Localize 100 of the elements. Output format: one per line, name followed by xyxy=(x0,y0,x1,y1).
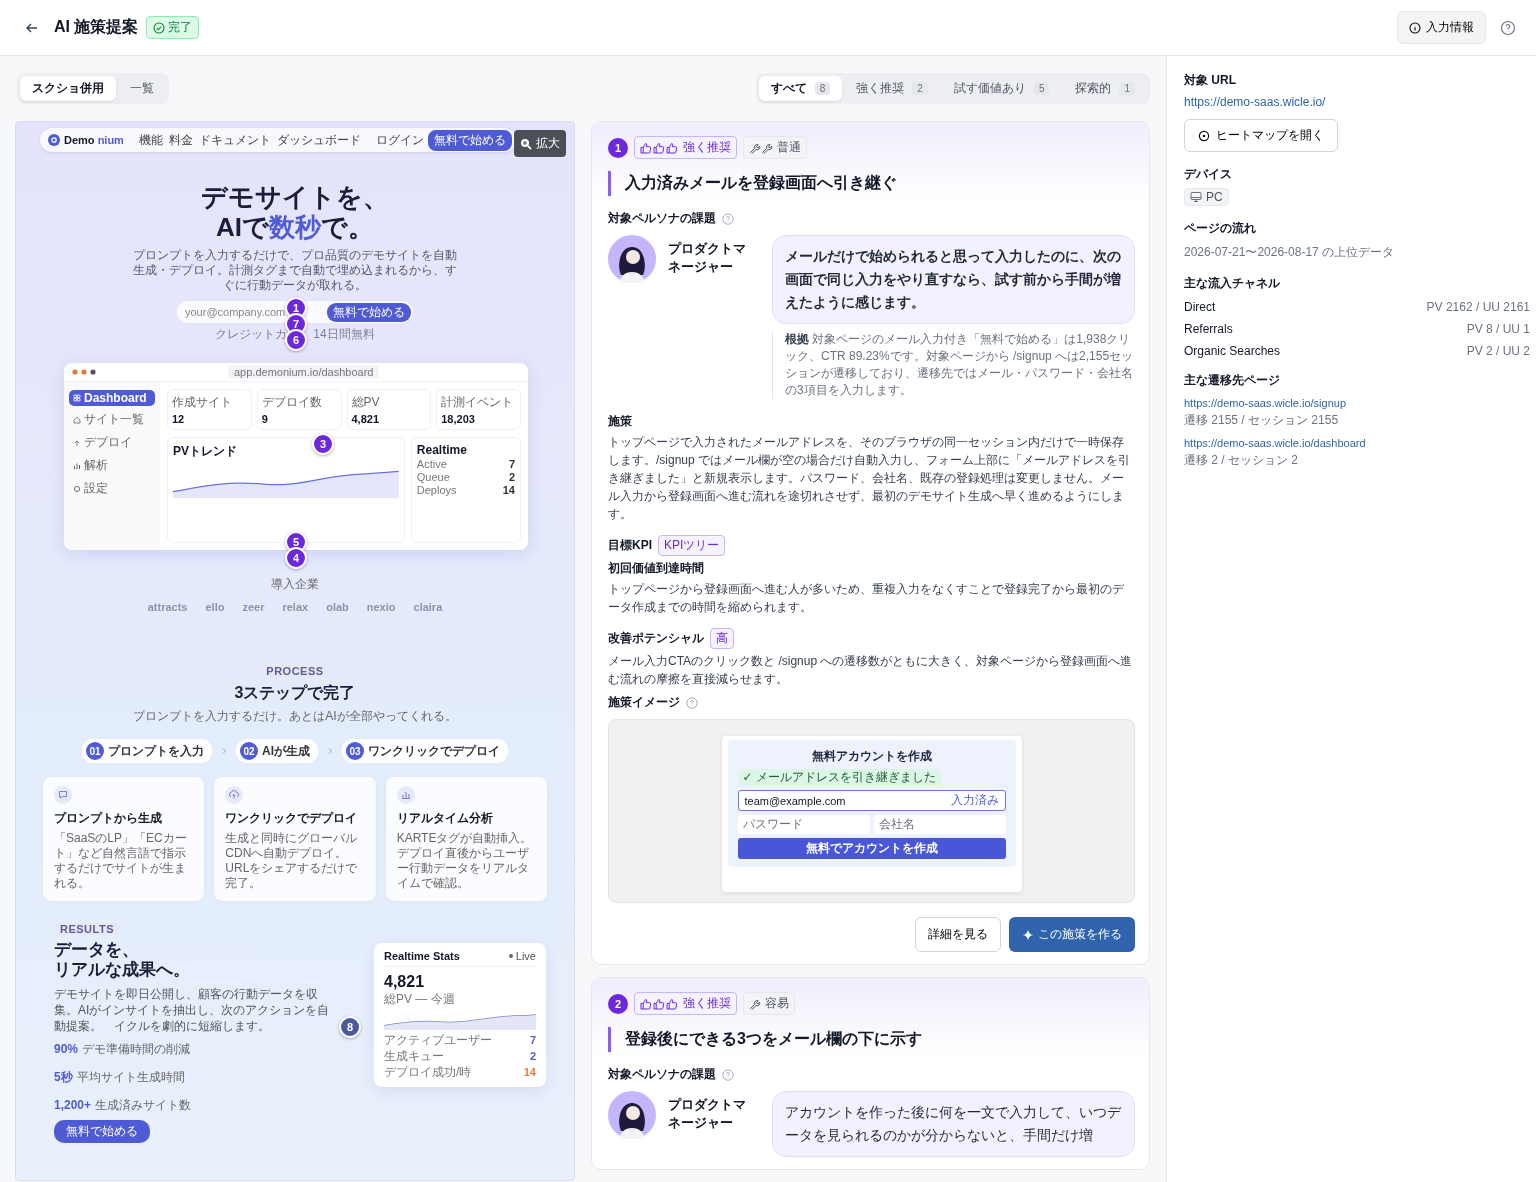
success-notice: ✓ メールアドレスを引き継ぎました xyxy=(737,769,941,786)
hero-heading: AIで数秒で。 xyxy=(216,212,374,242)
dashboard-nav-item[interactable]: 解析 xyxy=(69,456,155,475)
chat-bubble-icon xyxy=(54,786,72,804)
destination-link[interactable]: https://demo-saas.wicle.io/signup xyxy=(1184,397,1347,409)
help-icon[interactable] xyxy=(722,212,734,225)
site-cta-button[interactable]: 無料で始める xyxy=(428,129,512,151)
kpi-tree-badge[interactable]: KPIツリー xyxy=(658,535,726,556)
clients-heading: 導入企業 xyxy=(271,576,319,593)
feature-text: 生成と同時にグローバルCDNへ自動デプロイ。URLをシェアするだけで完了。 xyxy=(225,831,359,891)
site-login-link[interactable]: ログイン xyxy=(376,131,424,149)
live-dot-icon xyxy=(508,954,513,958)
stat-value: 1,200+ xyxy=(54,1098,92,1112)
recommendation-badge: 強く推奨 xyxy=(634,992,737,1015)
site-cta-button[interactable]: 無料で始める xyxy=(54,1120,150,1143)
view-tab[interactable]: スクショ併用 xyxy=(20,76,116,101)
channel-stat: PV 2 / UU 2 xyxy=(1466,344,1530,358)
filter-tab[interactable]: 試す価値あり 5 xyxy=(941,76,1062,101)
dashboard-nav-item[interactable]: デプロイ xyxy=(69,433,155,452)
zoom-button[interactable]: 拡大 xyxy=(514,130,566,157)
help-icon[interactable] xyxy=(722,1068,734,1081)
settings-icon xyxy=(73,484,81,493)
marker-badge[interactable]: 6 xyxy=(285,329,307,351)
recommendation-badge: 強く推奨 xyxy=(634,136,737,159)
stat-value: 12 xyxy=(172,413,186,425)
dashboard-nav-item[interactable]: 設定 xyxy=(69,479,155,498)
section-heading: 対象ペルソナの課題 xyxy=(608,210,716,227)
stat-label: デプロイ成功/時 xyxy=(384,1064,472,1080)
stat-label: デモ準備時間の削減 xyxy=(82,1042,191,1056)
home-icon xyxy=(73,415,81,424)
section-heading: 3ステップで完了 xyxy=(234,683,356,703)
avatar-silhouette-icon xyxy=(608,1091,656,1139)
effort-badge: 容易 xyxy=(743,992,795,1015)
heatmap-button[interactable]: ヒートマップを開く xyxy=(1184,119,1338,152)
email-field[interactable]: team@example.com 入力済み xyxy=(737,790,1006,811)
target-url-link[interactable]: https://demo-saas.wicle.io/ xyxy=(1184,95,1326,109)
client-logo: attracts xyxy=(147,601,188,613)
wrench-icon xyxy=(749,141,773,154)
company-field[interactable]: 会社名 xyxy=(873,815,1006,834)
site-nav-link[interactable]: 機能 xyxy=(138,131,163,149)
section-heading: 対象ペルソナの課題 xyxy=(608,1066,716,1083)
stat-value: 7 xyxy=(529,1033,536,1048)
stat-value: 5秒 xyxy=(54,1070,73,1084)
chevron-icon xyxy=(220,747,228,755)
destination-link[interactable]: https://demo-saas.wicle.io/dashboard xyxy=(1184,437,1366,449)
feature-title: リアルタイム分析 xyxy=(396,810,494,827)
input-info-button[interactable]: 入力情報 xyxy=(1397,11,1486,44)
marker-badge[interactable]: 8 xyxy=(339,1016,361,1038)
site-nav-link[interactable]: 料金 xyxy=(168,131,193,149)
section-heading: 施策 xyxy=(608,413,633,430)
monitor-icon xyxy=(1190,191,1202,203)
filter-tab[interactable]: 強く推奨 2 xyxy=(844,76,940,101)
destination-stat: 遷移 2155 / セッション 2155 xyxy=(1184,412,1339,429)
dashboard-nav-item[interactable]: サイト一覧 xyxy=(69,410,155,429)
create-account-button[interactable]: 無料でアカウントを作成 xyxy=(737,838,1006,859)
filter-tab[interactable]: すべて 8 xyxy=(758,76,843,101)
client-logo: ello xyxy=(205,601,225,613)
section-heading: データを、 xyxy=(54,940,140,960)
dashboard-nav-item[interactable]: Dashboard xyxy=(69,390,155,406)
section-heading: 主な流入チャネル xyxy=(1184,275,1280,292)
proposal-number: 1 xyxy=(608,137,628,158)
step-pill: 02 AIが生成 xyxy=(236,739,318,763)
create-button[interactable]: この施策を作る xyxy=(1009,917,1135,952)
proposal-title: 登録後にできる3つをメール欄の下に示す xyxy=(608,1027,1133,1052)
potential-badge: 高 xyxy=(710,628,734,649)
sparkle-icon xyxy=(1022,928,1034,941)
stat-value: 2 xyxy=(529,1049,536,1064)
email-field[interactable]: your@company.com xyxy=(185,306,286,318)
stat-label: 作成サイト xyxy=(172,394,233,411)
stat-value: 9 xyxy=(261,413,269,425)
destination-stat: 遷移 2 / セッション 2 xyxy=(1184,452,1299,469)
client-logo: nexio xyxy=(366,601,396,613)
site-nav-link[interactable]: ダッシュボード xyxy=(276,131,361,149)
card-title: Realtime Stats xyxy=(384,950,460,962)
help-icon[interactable] xyxy=(1500,19,1516,36)
marker-badge[interactable]: 4 xyxy=(285,547,307,569)
hero-note: クレジットカ xyxy=(215,326,288,343)
stat-value: 90% xyxy=(54,1042,79,1056)
realtime-value: 2 xyxy=(508,471,515,483)
help-icon[interactable] xyxy=(686,696,698,709)
stat-label: アクティブユーザー xyxy=(384,1032,492,1048)
avatar-silhouette-icon xyxy=(608,235,656,283)
status-badge: 完了 xyxy=(146,16,200,39)
realtime-value: 7 xyxy=(508,458,515,470)
hero-cta-button[interactable]: 無料で始める xyxy=(327,302,411,322)
details-button[interactable]: 詳細を見る xyxy=(915,917,1001,952)
feature-text: 「SaaSのLP」「ECカート」など自然言語で指示するだけでサイトが生まれる。 xyxy=(54,831,188,891)
persona-name: プロダクトマネージャー xyxy=(668,240,747,276)
evidence-text: 根拠 対象ページのメール入力付き「無料で始める」は1,938クリック、CTR 89.23%です。対象ページから /signup へは2,155セッションが遷移しており、遷移先ではメール・パスワード・会社名の3項目を入力します。 xyxy=(772,331,1135,399)
feature-title: プロンプトから生成 xyxy=(54,810,163,827)
view-tab[interactable]: 一覧 xyxy=(118,76,166,101)
stat-label: デプロイ数 xyxy=(261,394,323,411)
realtime-label: Queue xyxy=(416,471,450,483)
site-nav-link[interactable]: ドキュメント xyxy=(198,131,271,149)
realtime-title: Realtime xyxy=(416,443,467,457)
bar-chart-icon xyxy=(73,461,81,470)
filter-tab[interactable]: 探索的 1 xyxy=(1063,76,1147,101)
password-field[interactable]: パスワード xyxy=(737,815,870,834)
client-logo: relax xyxy=(282,601,309,613)
logo-icon xyxy=(48,134,60,146)
